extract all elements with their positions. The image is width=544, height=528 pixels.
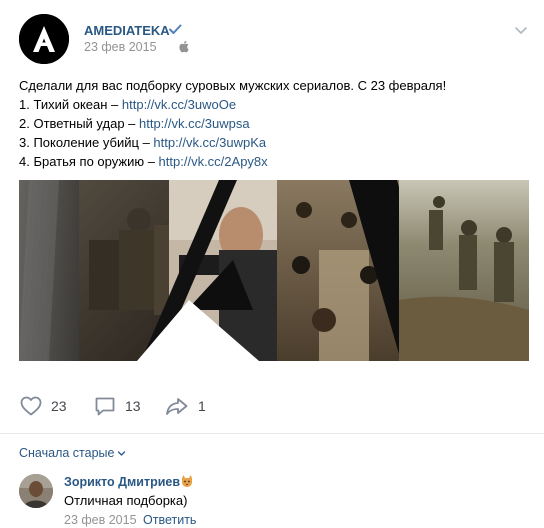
item-title: 3. Поколение убийц – (19, 135, 154, 150)
share-icon (166, 398, 188, 415)
heart-icon (20, 396, 42, 416)
comment-date[interactable]: 23 фев 2015 (64, 513, 137, 527)
cat-icon (182, 475, 192, 487)
item-link[interactable]: http://vk.cc/3uwpKa (153, 135, 266, 150)
like-count: 23 (51, 398, 67, 414)
item-title: 4. Братья по оружию – (19, 154, 159, 169)
wall-post: AMEDIATEKA 23 фев 2015 Сделали для вас п… (0, 0, 544, 528)
list-item: 3. Поколение убийц – http://vk.cc/3uwpKa (19, 133, 529, 152)
comment: Зорикто Дмитриев Отличная подборка) 23 ф… (19, 474, 529, 528)
list-item: 2. Ответный удар – http://vk.cc/3uwpsa (19, 114, 529, 133)
post-header: AMEDIATEKA 23 фев 2015 (19, 14, 529, 64)
comment-text: Отличная подборка) (64, 493, 188, 508)
post-date[interactable]: 23 фев 2015 (84, 40, 157, 54)
like-button[interactable]: 23 (19, 392, 67, 420)
share-button[interactable]: 1 (164, 392, 206, 420)
comment-author[interactable]: Зорикто Дмитриев (64, 475, 180, 489)
reply-button[interactable]: Ответить (143, 513, 196, 527)
share-count: 1 (198, 398, 206, 414)
comment-button[interactable]: 13 (93, 392, 141, 420)
post-author[interactable]: AMEDIATEKA (84, 23, 170, 38)
comment-sort-toggle[interactable]: Сначала старые (19, 446, 126, 460)
avatar[interactable] (19, 474, 53, 508)
apple-icon (179, 40, 189, 53)
amediateka-logo[interactable] (19, 14, 69, 64)
sort-label: Сначала старые (19, 446, 115, 460)
chevron-down-icon (118, 450, 126, 456)
item-title: 2. Ответный удар – (19, 116, 139, 131)
divider (0, 433, 544, 434)
list-item: 4. Братья по оружию – http://vk.cc/2Apy8… (19, 152, 529, 171)
item-title: 1. Тихий океан – (19, 97, 122, 112)
post-image[interactable] (19, 180, 529, 361)
comment-count: 13 (125, 398, 141, 414)
item-link[interactable]: http://vk.cc/2Apy8x (159, 154, 268, 169)
post-actions: 23 13 1 (19, 392, 529, 420)
item-link[interactable]: http://vk.cc/3uwoOe (122, 97, 236, 112)
post-text: Сделали для вас подборку суровых мужских… (19, 76, 529, 171)
comment-icon (95, 397, 115, 416)
list-item: 1. Тихий океан – http://vk.cc/3uwoOe (19, 95, 529, 114)
item-link[interactable]: http://vk.cc/3uwpsa (139, 116, 250, 131)
post-intro: Сделали для вас подборку суровых мужских… (19, 78, 447, 93)
chevron-down-icon[interactable] (513, 22, 529, 38)
verified-icon (169, 24, 182, 34)
